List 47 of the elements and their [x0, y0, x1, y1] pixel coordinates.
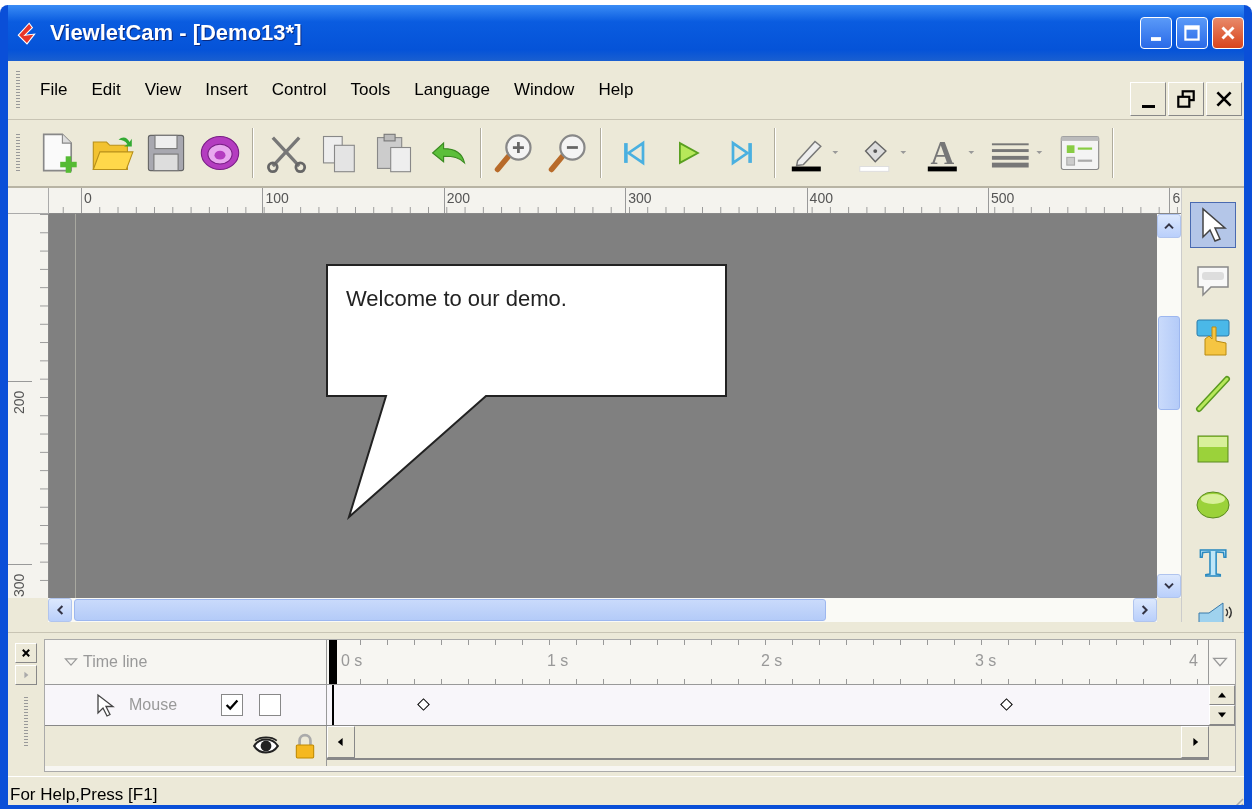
maximize-icon [1181, 22, 1203, 44]
scroll-up-button[interactable] [1157, 214, 1181, 238]
pointer-icon [95, 693, 115, 717]
canvas[interactable]: Welcome to our demo. [49, 214, 1157, 598]
speech-bubble[interactable] [326, 264, 728, 520]
menu-item[interactable]: Control [259, 76, 339, 104]
hand-button-icon [1193, 317, 1233, 357]
minimize-button[interactable] [1130, 82, 1166, 116]
window-title: ViewletCam - [Demo13*] [50, 20, 303, 46]
scroll-down-button[interactable] [1157, 574, 1181, 598]
scrollbar-corner [1157, 598, 1181, 622]
tool-button[interactable] [1190, 202, 1236, 248]
restore-icon [1175, 88, 1197, 110]
close-button[interactable] [15, 643, 37, 663]
checkbox[interactable] [259, 694, 281, 716]
minimize-icon [1151, 37, 1161, 41]
keyframe[interactable] [417, 698, 430, 711]
callout-text[interactable]: Welcome to our demo. [346, 286, 567, 312]
time-label: 0 s [341, 652, 363, 670]
menu-item[interactable]: Edit [79, 76, 133, 104]
scroll-thumb[interactable] [1158, 316, 1180, 410]
ruler-label: 200 [8, 381, 32, 422]
time-label: 2 s [761, 652, 783, 670]
menu-item[interactable]: File [28, 76, 80, 104]
keyframe[interactable] [1000, 698, 1013, 711]
menu-item[interactable]: Help [586, 76, 646, 104]
scroll-right-button[interactable] [1133, 598, 1157, 622]
scroll-left-button[interactable] [48, 598, 72, 622]
time-label: 1 s [547, 652, 569, 670]
menu-item[interactable]: Window [501, 76, 587, 104]
menu-item[interactable]: Insert [193, 76, 260, 104]
time-label: 3 s [975, 652, 997, 670]
line-icon [1193, 373, 1233, 413]
close-button[interactable] [1206, 82, 1242, 116]
restore-button[interactable] [1168, 82, 1204, 116]
checkbox[interactable] [221, 694, 243, 716]
minimize-icon [1141, 104, 1155, 108]
status-text: For Help,Press [F1] [9, 785, 159, 805]
scroll-thumb[interactable] [74, 599, 826, 621]
timeline-title: Time line [83, 653, 148, 671]
menu-item[interactable]: Tools [338, 76, 403, 104]
menu-item[interactable]: View [132, 76, 194, 104]
menu-item[interactable]: Language [402, 76, 502, 104]
maximize-button[interactable] [1176, 17, 1208, 49]
padlock-icon[interactable] [294, 733, 316, 759]
ruler-corner [8, 598, 48, 622]
time-label: 4 [1189, 652, 1198, 670]
